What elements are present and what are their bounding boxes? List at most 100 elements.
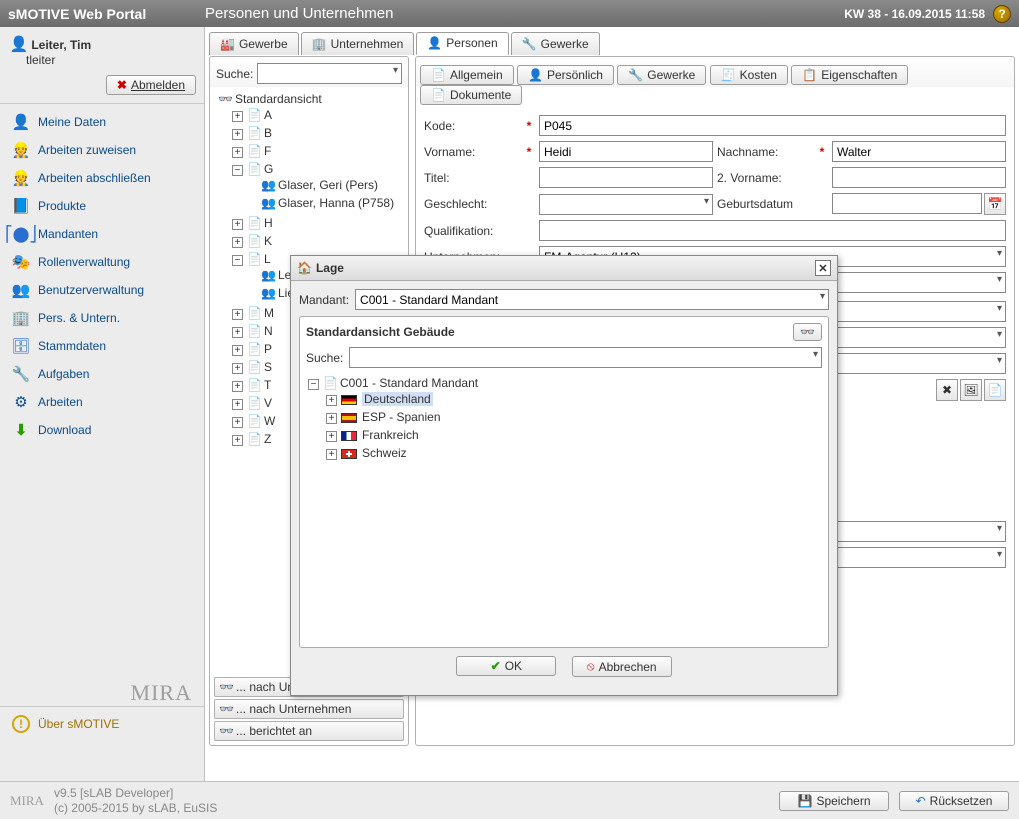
delete-icon[interactable]: ✖ — [936, 379, 958, 401]
save-button[interactable]: 💾Speichern — [779, 791, 889, 811]
tree-footer-2[interactable]: 👓... nach Unternehmen — [214, 699, 404, 719]
tree-node[interactable]: W — [264, 414, 275, 428]
nav-meine-daten[interactable]: 👤Meine Daten — [0, 108, 204, 136]
tree-node[interactable]: K — [264, 234, 272, 248]
nav-stammdaten[interactable]: 🗄Stammdaten — [0, 332, 204, 360]
tab-gewerbe[interactable]: 🏭Gewerbe — [209, 32, 299, 55]
country-node[interactable]: Schweiz — [362, 446, 407, 460]
tree-node[interactable]: T — [264, 378, 271, 392]
expand-toggle[interactable]: + — [232, 399, 243, 410]
expand-toggle[interactable]: + — [326, 449, 337, 460]
tab-personen[interactable]: 👤Personen — [416, 32, 508, 55]
expand-toggle[interactable]: + — [326, 395, 337, 406]
nav-download[interactable]: ⬇Download — [0, 416, 204, 444]
expand-toggle[interactable]: + — [232, 129, 243, 140]
image-icon[interactable]: 🖼 — [960, 379, 982, 401]
tree-node[interactable]: B — [264, 126, 272, 140]
tab-unternehmen[interactable]: 🏢Unternehmen — [301, 32, 415, 55]
tree-node[interactable]: V — [264, 396, 272, 410]
expand-toggle[interactable]: + — [232, 381, 243, 392]
vorname-input[interactable] — [539, 141, 713, 162]
country-node[interactable]: Deutschland — [362, 392, 433, 406]
location-tree[interactable]: −📄C001 - Standard Mandant +Deutschland+E… — [306, 374, 822, 464]
expand-toggle[interactable]: + — [232, 345, 243, 356]
calendar-icon[interactable]: 📅 — [984, 193, 1006, 215]
subtab-persoenlich[interactable]: 👤Persönlich — [517, 65, 614, 85]
tree-leaf[interactable]: Glaser, Hanna (P758) — [278, 196, 394, 210]
nav-arbeiten[interactable]: ⚙Arbeiten — [0, 388, 204, 416]
tab-gewerke[interactable]: 🔧Gewerke — [511, 32, 600, 55]
expand-toggle[interactable]: + — [326, 431, 337, 442]
tree-node[interactable]: N — [264, 324, 273, 338]
tree-node[interactable]: S — [264, 360, 272, 374]
expand-toggle[interactable]: + — [232, 237, 243, 248]
nav-label: Arbeiten — [38, 395, 83, 409]
nav-produkte[interactable]: 📘Produkte — [0, 192, 204, 220]
expand-toggle[interactable]: + — [232, 417, 243, 428]
tree-search-input[interactable] — [257, 63, 402, 84]
country-node[interactable]: ESP - Spanien — [362, 410, 441, 424]
ok-button[interactable]: ✔OK — [456, 656, 556, 676]
kode-input[interactable] — [539, 115, 1006, 136]
tree-footer-3[interactable]: 👓... berichtet an — [214, 721, 404, 741]
version-line1: v9.5 [sLAB Developer] — [54, 786, 217, 800]
nav-benutzerverwaltung[interactable]: 👥Benutzerverwaltung — [0, 276, 204, 304]
tree-leaf[interactable]: Glaser, Geri (Pers) — [278, 178, 378, 192]
collapse-toggle[interactable]: − — [308, 379, 319, 390]
help-icon[interactable]: ? — [993, 5, 1011, 23]
subtab-dokumente[interactable]: 📄Dokumente — [420, 85, 522, 105]
titel-input[interactable] — [539, 167, 713, 188]
tree-node[interactable]: M — [264, 306, 274, 320]
geschlecht-select[interactable] — [539, 194, 713, 215]
masks-icon: 🎭 — [12, 253, 30, 271]
nav-arbeiten-zuweisen[interactable]: 👷Arbeiten zuweisen — [0, 136, 204, 164]
tree-node[interactable]: A — [264, 108, 272, 122]
country-node[interactable]: Frankreich — [362, 428, 419, 442]
dialog-close-button[interactable]: ✕ — [815, 260, 831, 276]
person-icon: 👤 — [528, 68, 543, 82]
nav-pers-untern[interactable]: 🏢Pers. & Untern. — [0, 304, 204, 332]
page-icon[interactable]: 📄 — [984, 379, 1006, 401]
expand-toggle[interactable]: + — [326, 413, 337, 424]
subtab-label: Dokumente — [450, 88, 511, 102]
nachname-input[interactable] — [832, 141, 1006, 162]
tree-node[interactable]: F — [264, 144, 271, 158]
dialog-titlebar[interactable]: 🏠 Lage ✕ — [291, 256, 837, 281]
expand-toggle[interactable]: + — [232, 147, 243, 158]
glasses-button[interactable]: 👓 — [793, 323, 822, 341]
dialog-tree-root[interactable]: C001 - Standard Mandant — [340, 376, 478, 390]
tree-node[interactable]: H — [264, 216, 273, 230]
subtab-gewerke[interactable]: 🔧Gewerke — [617, 65, 706, 85]
nav-label: Aufgaben — [38, 367, 89, 381]
mandant-select[interactable] — [355, 289, 829, 310]
expand-toggle[interactable]: + — [232, 435, 243, 446]
subtab-kosten[interactable]: 🧾Kosten — [710, 65, 788, 85]
about-row[interactable]: ! Über sMOTIVE — [0, 706, 204, 741]
nav-mandanten[interactable]: ⎡⬤⎦Mandanten — [0, 220, 204, 248]
beschaeftigung-select[interactable] — [832, 272, 1006, 293]
expand-toggle[interactable]: + — [232, 327, 243, 338]
cancel-button[interactable]: ⦸Abbrechen — [572, 656, 672, 677]
expand-toggle[interactable]: + — [232, 309, 243, 320]
tree-node[interactable]: Z — [264, 432, 271, 446]
tree-node[interactable]: P — [264, 342, 272, 356]
expand-toggle[interactable]: − — [232, 255, 243, 266]
qualifikation-input[interactable] — [539, 220, 1006, 241]
tree-node[interactable]: L — [264, 252, 271, 266]
subtab-allgemein[interactable]: 📄Allgemein — [420, 65, 514, 85]
reset-button[interactable]: ↶Rücksetzen — [899, 791, 1009, 811]
logout-button[interactable]: ✖ Abmelden — [106, 75, 196, 95]
expand-toggle[interactable]: + — [232, 219, 243, 230]
dialog-search-input[interactable] — [349, 347, 822, 368]
expand-toggle[interactable]: − — [232, 165, 243, 176]
nav-rollenverwaltung[interactable]: 🎭Rollenverwaltung — [0, 248, 204, 276]
tree-root[interactable]: Standardansicht — [235, 92, 322, 106]
geburtsdatum-input[interactable] — [832, 193, 982, 214]
subtab-eigenschaften[interactable]: 📋Eigenschaften — [791, 65, 908, 85]
tree-node[interactable]: G — [264, 162, 273, 176]
expand-toggle[interactable]: + — [232, 363, 243, 374]
zweitervorname-input[interactable] — [832, 167, 1006, 188]
expand-toggle[interactable]: + — [232, 111, 243, 122]
nav-aufgaben[interactable]: 🔧Aufgaben — [0, 360, 204, 388]
nav-arbeiten-abschliessen[interactable]: 👷Arbeiten abschließen — [0, 164, 204, 192]
